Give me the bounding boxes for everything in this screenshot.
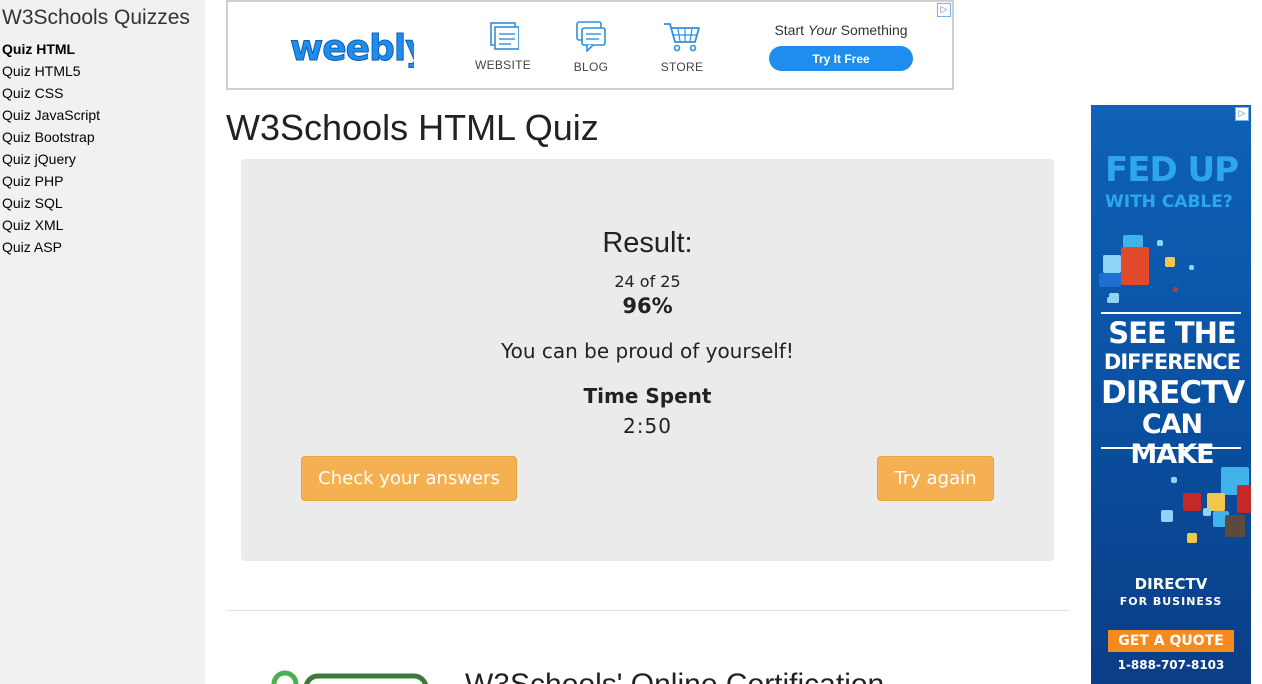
sidebar-title: W3Schools Quizzes: [2, 6, 190, 29]
ad-tagline-italic: Your: [807, 22, 837, 38]
top-banner-ad[interactable]: ▷ weebly WEBSITE BLOG STORE Start Your S…: [226, 0, 954, 90]
certification-heading: W3Schools' Online Certification: [465, 668, 884, 684]
check-answers-button[interactable]: Check your answers: [301, 456, 517, 501]
sidebar-item-quiz-css[interactable]: Quiz CSS: [0, 82, 205, 104]
sidebar-item-quiz-xml[interactable]: Quiz XML: [0, 214, 205, 236]
sidebar-item-quiz-jquery[interactable]: Quiz jQuery: [0, 148, 205, 170]
sidebar-item-quiz-javascript[interactable]: Quiz JavaScript: [0, 104, 205, 126]
ad-phone-number: 1-888-707-8103: [1117, 658, 1225, 672]
directv-brand: DIRECTV: [1134, 575, 1208, 593]
result-heading: Result:: [602, 227, 693, 259]
sidebar: W3Schools Quizzes Quiz HTML Quiz HTML5 Q…: [0, 0, 205, 684]
ad-separator: [1101, 447, 1241, 449]
directv-logo: DIRECTV FOR BUSINESS: [1091, 575, 1251, 608]
sidebar-menu: Quiz HTML Quiz HTML5 Quiz CSS Quiz JavaS…: [0, 38, 205, 258]
sidebar-item-quiz-html[interactable]: Quiz HTML: [0, 38, 205, 60]
ad-body-line1: SEE THE: [1108, 316, 1236, 350]
adchoices-icon[interactable]: ▷: [1235, 107, 1249, 121]
ad-body-line3: DIRECTV: [1101, 375, 1245, 411]
sidebar-item-quiz-asp[interactable]: Quiz ASP: [0, 236, 205, 258]
adchoices-icon[interactable]: ▷: [937, 3, 951, 17]
time-spent-value: 2:50: [623, 414, 672, 438]
time-spent-label: Time Spent: [583, 384, 712, 408]
ad-tagline-start: Start: [774, 22, 808, 38]
section-divider: [226, 610, 1069, 611]
ad-nav-website-label: WEBSITE: [474, 58, 532, 72]
ad-headline: FED UP: [1105, 150, 1239, 190]
try-again-button[interactable]: Try again: [877, 456, 994, 501]
ad-nav-store[interactable]: STORE: [647, 20, 717, 74]
result-score: 24 of 25: [614, 272, 681, 291]
sidebar-item-quiz-sql[interactable]: Quiz SQL: [0, 192, 205, 214]
result-percent: 96%: [622, 294, 673, 318]
result-panel: Result: 24 of 25 96% You can be proud of…: [241, 159, 1054, 561]
weebly-logo[interactable]: weebly: [288, 22, 415, 70]
ad-cta: Start Your Something Try It Free: [768, 22, 914, 71]
ad-separator: [1101, 312, 1241, 314]
ad-tagline: Start Your Something: [768, 22, 914, 38]
certified-logo: [271, 670, 428, 684]
directv-subbrand: FOR BUSINESS: [1119, 595, 1223, 608]
ad-body-line2: DIFFERENCE: [1103, 350, 1241, 374]
ad-subheadline: WITH CABLE?: [1105, 192, 1233, 212]
result-message: You can be proud of yourself!: [501, 339, 794, 363]
try-it-free-button[interactable]: Try It Free: [769, 46, 913, 71]
sidebar-item-quiz-php[interactable]: Quiz PHP: [0, 170, 205, 192]
side-banner-ad[interactable]: ▷ FED UP WITH CABLE? SEE THE DIFFERENCE …: [1091, 105, 1251, 684]
get-a-quote-button[interactable]: GET A QUOTE: [1108, 630, 1234, 652]
ad-nav-blog-label: BLOG: [573, 60, 609, 74]
ad-nav-blog[interactable]: BLOG: [556, 20, 626, 74]
sidebar-item-quiz-bootstrap[interactable]: Quiz Bootstrap: [0, 126, 205, 148]
page-title: W3Schools HTML Quiz: [226, 107, 599, 148]
blog-icon: [576, 21, 606, 52]
ad-body-line4: CAN MAKE: [1130, 409, 1214, 470]
website-icon: [490, 22, 519, 50]
weebly-logo-text: weebly: [290, 28, 414, 69]
cart-icon: [664, 23, 700, 52]
sidebar-item-quiz-html5[interactable]: Quiz HTML5: [0, 60, 205, 82]
ad-nav-store-label: STORE: [660, 60, 704, 74]
ad-tagline-end: Something: [836, 22, 908, 38]
ad-nav-website[interactable]: WEBSITE: [468, 20, 538, 72]
